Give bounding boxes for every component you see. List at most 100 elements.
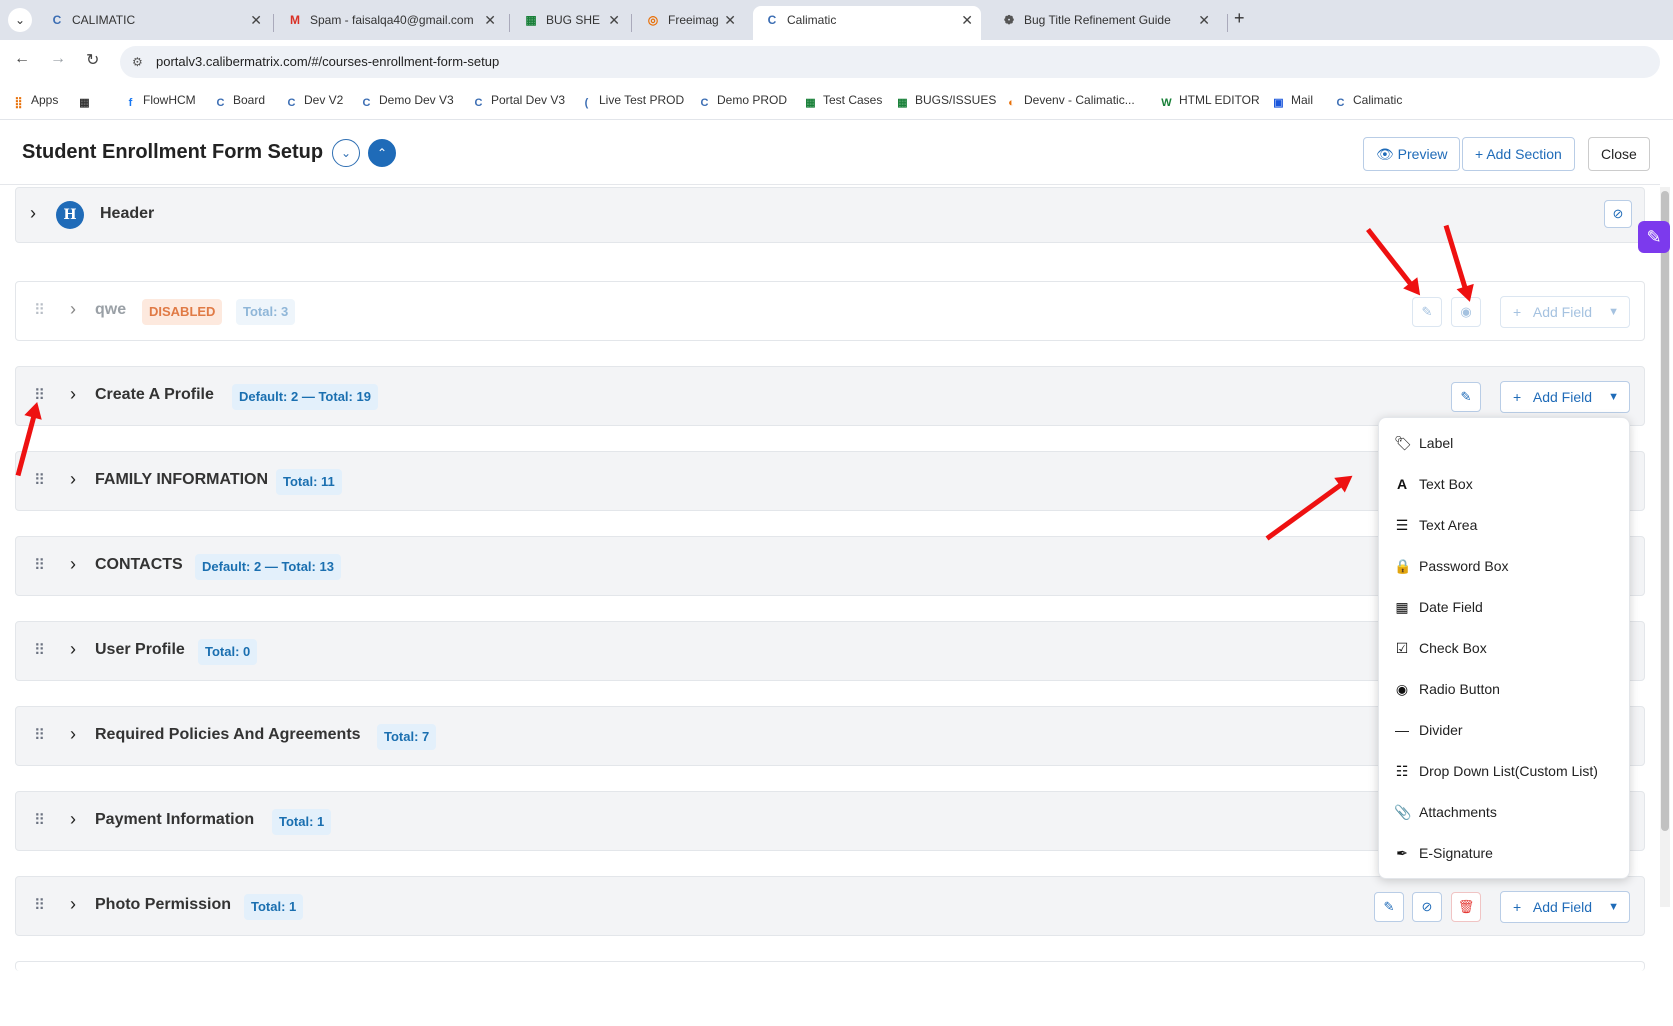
add-field-button[interactable]: + Add Field ▼ — [1500, 296, 1630, 328]
brush-icon: ✒ — [1396, 845, 1408, 861]
bookmark-demo-dev-v3[interactable]: C Demo Dev V3 — [360, 93, 454, 110]
edit-section-button[interactable]: ✎ — [1412, 297, 1442, 327]
section-title: Photo Permission — [95, 896, 232, 913]
bookmark-test-cases[interactable]: ▦ Test Cases — [804, 93, 882, 110]
menu-item-e-signature[interactable]: ✒ E-Signature — [1379, 833, 1631, 874]
add-section-button[interactable]: + Add Section — [1462, 137, 1575, 171]
w-logo-icon: W — [1161, 97, 1172, 109]
chevron-right-icon[interactable]: › — [70, 299, 76, 320]
bookmark-html-editor[interactable]: W HTML EDITOR — [1160, 93, 1259, 110]
bookmark-board[interactable]: C Board — [214, 93, 266, 110]
bookmark-devenv[interactable]: ◐ Devenv - Calimatic... — [1005, 93, 1135, 110]
total-badge: Total: 1 — [272, 809, 332, 835]
add-field-button[interactable]: + Add Field ▼ — [1500, 891, 1630, 923]
hide-header-button[interactable]: ⊘ — [1604, 200, 1632, 228]
browser-tab[interactable]: C CALIMATIC ✕ — [38, 6, 270, 40]
menu-item-radio-button[interactable]: ◉ Radio Button — [1379, 669, 1631, 710]
close-button[interactable]: Close — [1588, 137, 1650, 171]
drag-handle-icon[interactable]: ⠿ — [34, 641, 45, 659]
chevron-right-icon[interactable]: › — [70, 469, 76, 490]
chevron-right-icon[interactable]: › — [70, 384, 76, 405]
sheets-icon: ▦ — [805, 97, 816, 109]
double-chevron-up-icon: ⌃ — [376, 146, 388, 160]
bookmark-demo-prod[interactable]: C Demo PROD — [698, 93, 788, 110]
bookmark-bugs-issues[interactable]: ▦ BUGS/ISSUES — [896, 93, 996, 110]
tab-search-chevron-icon[interactable]: ⌄ — [8, 8, 32, 32]
form-section[interactable]: ⠿ › qwe DISABLED Total: 3 ✎ ◉ + Add Fiel… — [15, 281, 1645, 341]
menu-item-date-field[interactable]: ▦ Date Field — [1379, 587, 1631, 628]
forward-arrow-icon[interactable]: → — [50, 50, 66, 68]
edit-section-button[interactable]: ✎ — [1374, 892, 1404, 922]
chevron-right-icon[interactable]: › — [70, 724, 76, 745]
menu-item-label[interactable]: 🏷 Label — [1379, 423, 1631, 464]
browser-tab[interactable]: ▦ BUG SHE ✕ — [512, 6, 628, 40]
tab-separator — [631, 14, 632, 32]
menu-item-text-area[interactable]: ☰ Text Area — [1379, 505, 1631, 546]
header-avatar: H — [56, 201, 84, 229]
tab-close-icon[interactable]: ✕ — [1198, 6, 1210, 34]
tab-separator — [1227, 14, 1228, 32]
browser-tab-active[interactable]: C Calimatic ✕ — [753, 6, 981, 40]
browser-tab[interactable]: ❁ Bug Title Refinement Guide ✕ — [990, 6, 1218, 40]
menu-item-divider[interactable]: — Divider — [1379, 710, 1631, 751]
reload-icon[interactable]: ↻ — [86, 50, 99, 70]
eye-slash-icon: ⊘ — [1421, 899, 1433, 914]
freeimage-favicon-icon: ◎ — [647, 13, 659, 27]
tab-close-icon[interactable]: ✕ — [250, 6, 262, 34]
bookmark-grid[interactable]: ▦ — [78, 93, 97, 110]
bookmark-live-test-prod[interactable]: (Live Test PROD — [580, 93, 685, 110]
section-title: qwe — [95, 301, 127, 318]
menu-item-drop-down-list[interactable]: ☷ Drop Down List(Custom List) — [1379, 751, 1631, 792]
chevron-right-icon[interactable]: › — [70, 639, 76, 660]
edit-widget-icon[interactable]: ✎ — [1638, 221, 1670, 253]
new-tab-plus-icon[interactable]: + — [1234, 8, 1245, 29]
section-title: Required Policies And Agreements — [95, 726, 361, 743]
calimatic-icon: C — [216, 97, 225, 109]
tab-close-icon[interactable]: ✕ — [608, 6, 620, 34]
drag-handle-icon[interactable]: ⠿ — [34, 301, 45, 319]
bookmark-flowhcm[interactable]: f FlowHCM — [124, 93, 196, 110]
bookmark-dev-v2[interactable]: C Dev V2 — [285, 93, 344, 110]
radio-icon: ◉ — [1395, 681, 1409, 697]
collapse-all-button[interactable]: ⌃ — [368, 139, 396, 167]
delete-section-button[interactable]: 🗑 — [1451, 892, 1481, 922]
bookmark-mail[interactable]: ▣ Mail — [1272, 93, 1313, 110]
bookmark-calimatic[interactable]: C Calimatic — [1334, 93, 1403, 110]
back-arrow-icon[interactable]: ← — [14, 50, 30, 68]
sheets-icon: ▦ — [897, 97, 908, 109]
menu-item-attachments[interactable]: 📎 Attachments — [1379, 792, 1631, 833]
bookmark-apps[interactable]: ⣿ Apps — [12, 93, 58, 110]
add-field-button[interactable]: + Add Field ▼ — [1500, 381, 1630, 413]
url-field[interactable]: ⚙ portalv3.calibermatrix.com/#/courses-e… — [120, 46, 1660, 78]
site-info-icon[interactable]: ⚙ — [132, 46, 143, 78]
header-section[interactable]: › H Header ⊘ — [15, 187, 1645, 243]
eye-slash-icon: ⊘ — [1612, 206, 1624, 221]
page-title: Student Enrollment Form Setup — [22, 141, 324, 163]
menu-item-text-box[interactable]: A Text Box — [1379, 464, 1631, 505]
expand-all-button[interactable]: ⌄ — [332, 139, 360, 167]
chevron-right-icon[interactable]: › — [70, 894, 76, 915]
drag-handle-icon[interactable]: ⠿ — [34, 726, 45, 744]
tab-close-icon[interactable]: ✕ — [724, 6, 736, 34]
tab-close-icon[interactable]: ✕ — [484, 6, 496, 34]
letter-a-icon: A — [1396, 476, 1408, 492]
drag-handle-icon[interactable]: ⠿ — [34, 811, 45, 829]
bookmark-portal-dev-v3[interactable]: C Portal Dev V3 — [472, 93, 566, 110]
scrollbar-thumb[interactable] — [1661, 191, 1669, 831]
chevron-right-icon[interactable]: › — [70, 809, 76, 830]
drag-handle-icon[interactable]: ⠿ — [34, 896, 45, 914]
chevron-right-icon[interactable]: › — [30, 203, 36, 224]
form-section[interactable]: ⠿ › Photo Permission Total: 1 ✎ ⊘ 🗑 + Ad… — [15, 876, 1645, 936]
browser-tab[interactable]: ◎ Freeimag ✕ — [634, 6, 744, 40]
edit-section-button[interactable]: ✎ — [1451, 382, 1481, 412]
drag-handle-icon[interactable]: ⠿ — [34, 471, 45, 489]
chevron-right-icon[interactable]: › — [70, 554, 76, 575]
menu-item-password-box[interactable]: 🔒 Password Box — [1379, 546, 1631, 587]
browser-tab[interactable]: M Spam - faisalqa40@gmail.com ✕ — [276, 6, 504, 40]
drag-handle-icon[interactable]: ⠿ — [34, 556, 45, 574]
tab-close-icon[interactable]: ✕ — [961, 6, 973, 34]
caret-down-icon: ▼ — [1608, 306, 1619, 318]
preview-button[interactable]: 👁 Preview — [1363, 137, 1461, 171]
menu-item-check-box[interactable]: ☑ Check Box — [1379, 628, 1631, 669]
hide-section-button[interactable]: ⊘ — [1412, 892, 1442, 922]
